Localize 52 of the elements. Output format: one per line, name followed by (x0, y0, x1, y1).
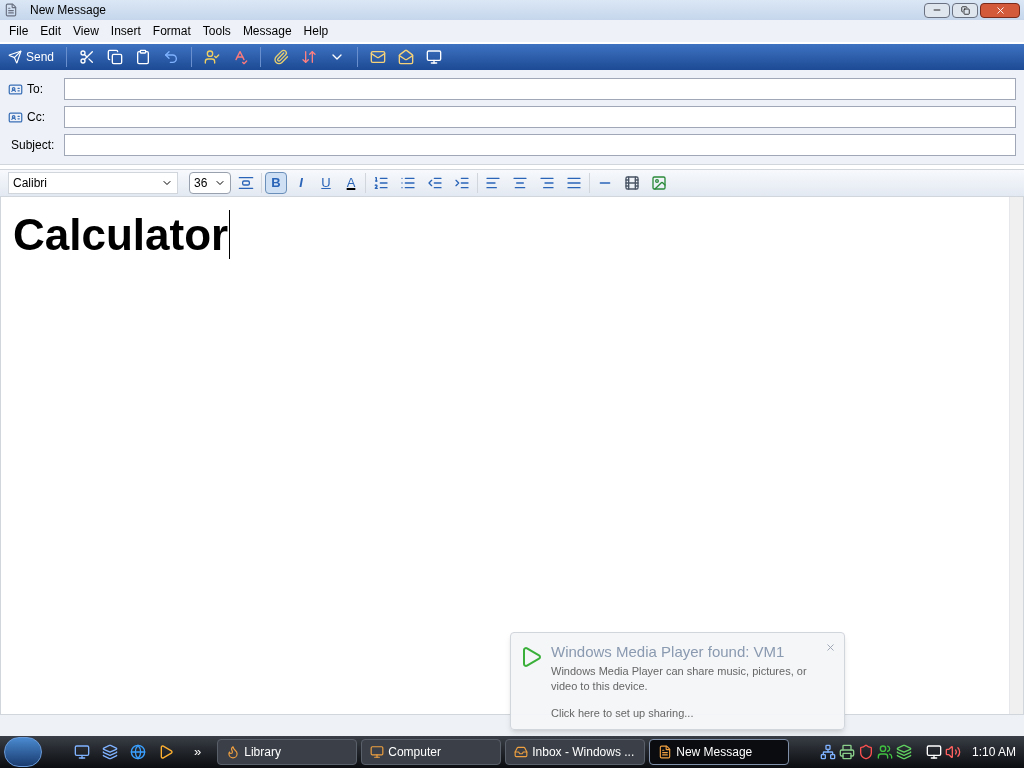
size-dropdown[interactable]: 36 (189, 172, 231, 194)
taskbar-button[interactable]: Library (217, 739, 358, 765)
message-body[interactable]: Calculator (13, 210, 231, 259)
format-toggle[interactable]: I (290, 172, 312, 194)
close-icon (824, 641, 836, 653)
close-icon (994, 4, 1006, 16)
font-dropdown[interactable]: Calibri (8, 172, 178, 194)
format-toggle[interactable]: U (315, 172, 337, 194)
field-label: Cc: (27, 109, 45, 126)
flame-icon (226, 745, 241, 759)
shield-icon (857, 744, 874, 760)
notification-title: Windows Media Player found: VM1 (551, 642, 786, 662)
restore-icon (960, 5, 970, 15)
restore-button[interactable] (952, 2, 978, 18)
start-button[interactable] (4, 737, 42, 767)
menu-item[interactable]: Edit (35, 22, 67, 40)
input-field[interactable] (64, 106, 1016, 128)
menu-item[interactable]: Message (237, 22, 297, 40)
format-toggle[interactable]: B (265, 172, 287, 194)
contact-card-icon (8, 109, 23, 125)
document-icon (658, 745, 673, 759)
clock: 1:10 AM (971, 744, 1016, 761)
field-label: Subject: (11, 137, 55, 154)
people-icon (876, 744, 893, 760)
windows-icon (895, 744, 912, 760)
contact-card-icon (8, 81, 23, 97)
taskbar-button[interactable]: New Message (649, 739, 790, 765)
inbox-icon (514, 745, 529, 759)
notification-message: Windows Media Player can share music, pictures, or video to this device. (551, 663, 808, 694)
font-color-button[interactable]: A (340, 172, 362, 194)
printer-icon (838, 744, 855, 760)
menu-item[interactable]: Tools (197, 22, 236, 40)
menu-item[interactable]: View (68, 22, 104, 40)
taskbar-button[interactable]: Inbox - Windows ... (505, 739, 646, 765)
menu-item[interactable]: Format (147, 22, 196, 40)
send-icon (8, 50, 22, 64)
input-field[interactable] (64, 78, 1016, 100)
send-button[interactable]: Send (4, 48, 59, 66)
menu-item[interactable]: Insert (105, 22, 146, 40)
taskbar-button[interactable]: Computer (361, 739, 502, 765)
document-icon (4, 3, 18, 17)
minimize-button[interactable] (924, 2, 950, 18)
menu-item[interactable]: Help (298, 22, 334, 40)
computer-icon (370, 745, 385, 759)
window-title: New Message (30, 2, 107, 19)
speaker-muted-icon (944, 744, 961, 760)
close-button[interactable] (980, 2, 1020, 18)
field-label: To: (27, 81, 43, 98)
overflow-chevron[interactable]: » (194, 742, 202, 762)
setup-link[interactable]: Click here to set up sharing... (551, 704, 816, 721)
input-field[interactable] (64, 134, 1016, 156)
menu-item[interactable]: File (4, 22, 34, 40)
